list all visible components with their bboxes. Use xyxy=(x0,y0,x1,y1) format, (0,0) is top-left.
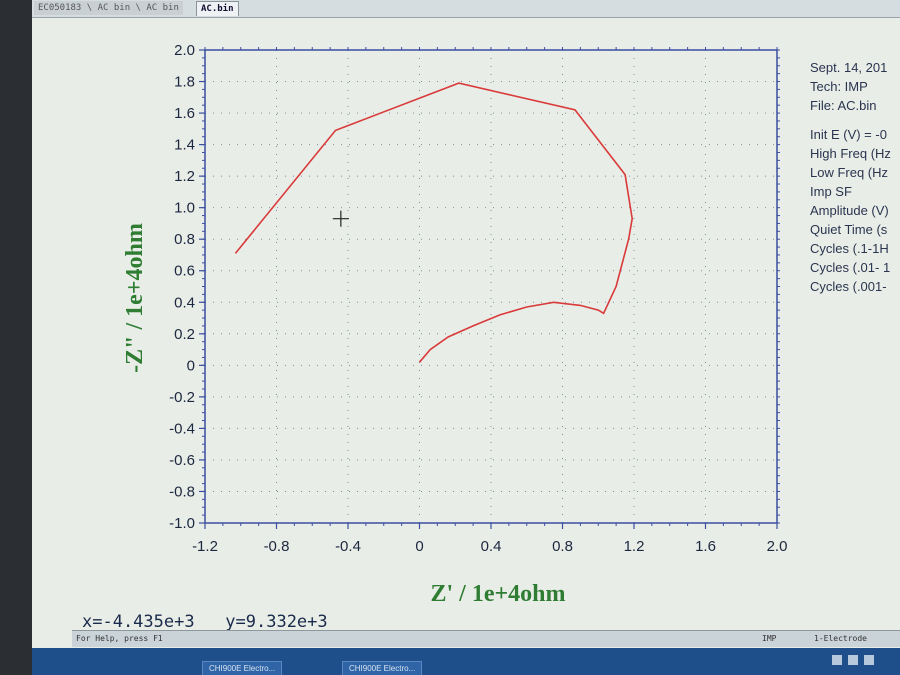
status-mode: IMP xyxy=(762,634,777,643)
y-tick-label: -0.8 xyxy=(169,483,195,500)
x-tick-label: 0.4 xyxy=(481,538,502,555)
tray-icon[interactable] xyxy=(832,655,842,665)
y-tick-label: -0.2 xyxy=(169,389,195,406)
info-param: Init E (V) = -0 xyxy=(810,127,887,142)
info-file: File: AC.bin xyxy=(810,98,877,113)
x-tick-label: 0.8 xyxy=(552,538,573,555)
info-param: Amplitude (V) xyxy=(810,203,889,218)
tray-icon[interactable] xyxy=(864,655,874,665)
tab-bar: EC050183 \ AC bin \ AC bin AC.bin xyxy=(32,0,900,18)
info-param: Cycles (.01- 1 xyxy=(810,260,891,275)
info-date: Sept. 14, 201 xyxy=(810,60,888,75)
x-tick-label: -1.2 xyxy=(192,538,218,555)
y-tick-label: -0.4 xyxy=(169,420,195,437)
y-tick-label: 0.4 xyxy=(174,294,195,311)
nyquist-curve xyxy=(234,82,634,363)
status-help-text: For Help, press F1 xyxy=(76,634,163,643)
info-param: Cycles (.001- xyxy=(810,279,887,294)
grid-lines xyxy=(204,49,778,524)
y-tick-label: 2.0 xyxy=(174,42,195,59)
x-tick-label: -0.4 xyxy=(335,538,361,555)
x-tick-label: 0 xyxy=(415,538,423,555)
y-tick-label: 1.4 xyxy=(174,137,195,154)
tray-icon[interactable] xyxy=(848,655,858,665)
plot-frame xyxy=(204,49,778,524)
taskbar-item[interactable]: CHI900E Electro... xyxy=(202,661,283,675)
info-param: Cycles (.1-1H xyxy=(810,241,889,256)
taskbar-item[interactable]: CHI900E Electro... xyxy=(342,661,423,675)
info-param: Low Freq (Hz xyxy=(810,165,889,180)
crosshair-cursor-icon xyxy=(332,210,349,227)
y-tick-label: 0.6 xyxy=(174,263,195,280)
y-tick-label: 1.8 xyxy=(174,74,195,91)
x-tick-label: 1.2 xyxy=(624,538,645,555)
y-tick-label: 1.2 xyxy=(174,168,195,185)
y-tick-label: 0 xyxy=(187,357,195,374)
info-param: High Freq (Hz xyxy=(810,146,891,161)
info-param: Quiet Time (s xyxy=(810,222,888,237)
x-tick-label: 2.0 xyxy=(767,538,788,555)
y-tick-label: 0.8 xyxy=(174,231,195,248)
plot-area[interactable]: 2.0 1.8 1.6 1.4 1.2 1.0 0.8 0.6 0.4 0.2 0 -0.2 -0.4-… xyxy=(32,18,900,628)
y-axis-title: -Z" / 1e+4ohm xyxy=(122,223,148,373)
y-tick-label: 1.6 xyxy=(174,105,195,122)
y-tick-label: -1.0 xyxy=(169,515,195,532)
taskbar: CHI900E Electro... CHI900E Electro... xyxy=(32,648,900,675)
y-tick-label: 1.0 xyxy=(174,200,195,217)
x-tick-label: -0.8 xyxy=(264,538,290,555)
info-param: Imp SF xyxy=(810,184,852,199)
info-tech: Tech: IMP xyxy=(810,79,868,94)
cursor-coordinate-readout: x=-4.435e+3 y=9.332e+3 xyxy=(82,612,328,632)
impedance-chart[interactable]: 2.01.81.61.41.21.00.80.60.40.20-0.2-0.4-… xyxy=(32,18,900,628)
tick-marks xyxy=(199,47,780,529)
y-tick-label: -0.6 xyxy=(169,452,195,469)
x-tick-labels: -1.2 -0.8 -0.4 0 0.4 0.8 1.2 1.6 2.0 xyxy=(192,538,787,555)
tab-ac-bin[interactable]: AC.bin xyxy=(196,1,239,16)
tab-ec-file[interactable]: EC050183 \ AC bin \ AC bin xyxy=(34,1,183,15)
app-window: EC050183 \ AC bin \ AC bin AC.bin 2.0 1.8… xyxy=(32,0,900,675)
x-tick-label: 1.6 xyxy=(695,538,716,555)
y-tick-label: 0.2 xyxy=(174,326,195,343)
y-tick-labels: 2.0 1.8 1.6 1.4 1.2 1.0 0.8 0.6 0.4 0.2 0 -0.2 -0.4 -… xyxy=(169,42,195,532)
status-bar: For Help, press F1 IMP 1-Electrode xyxy=(72,630,900,647)
status-electrode: 1-Electrode xyxy=(814,634,867,643)
experiment-info-panel: Sept. 14, 201 Tech: IMP File: AC.bin Ini… xyxy=(810,58,900,296)
x-axis-title: Z' / 1e+4ohm xyxy=(430,581,565,607)
